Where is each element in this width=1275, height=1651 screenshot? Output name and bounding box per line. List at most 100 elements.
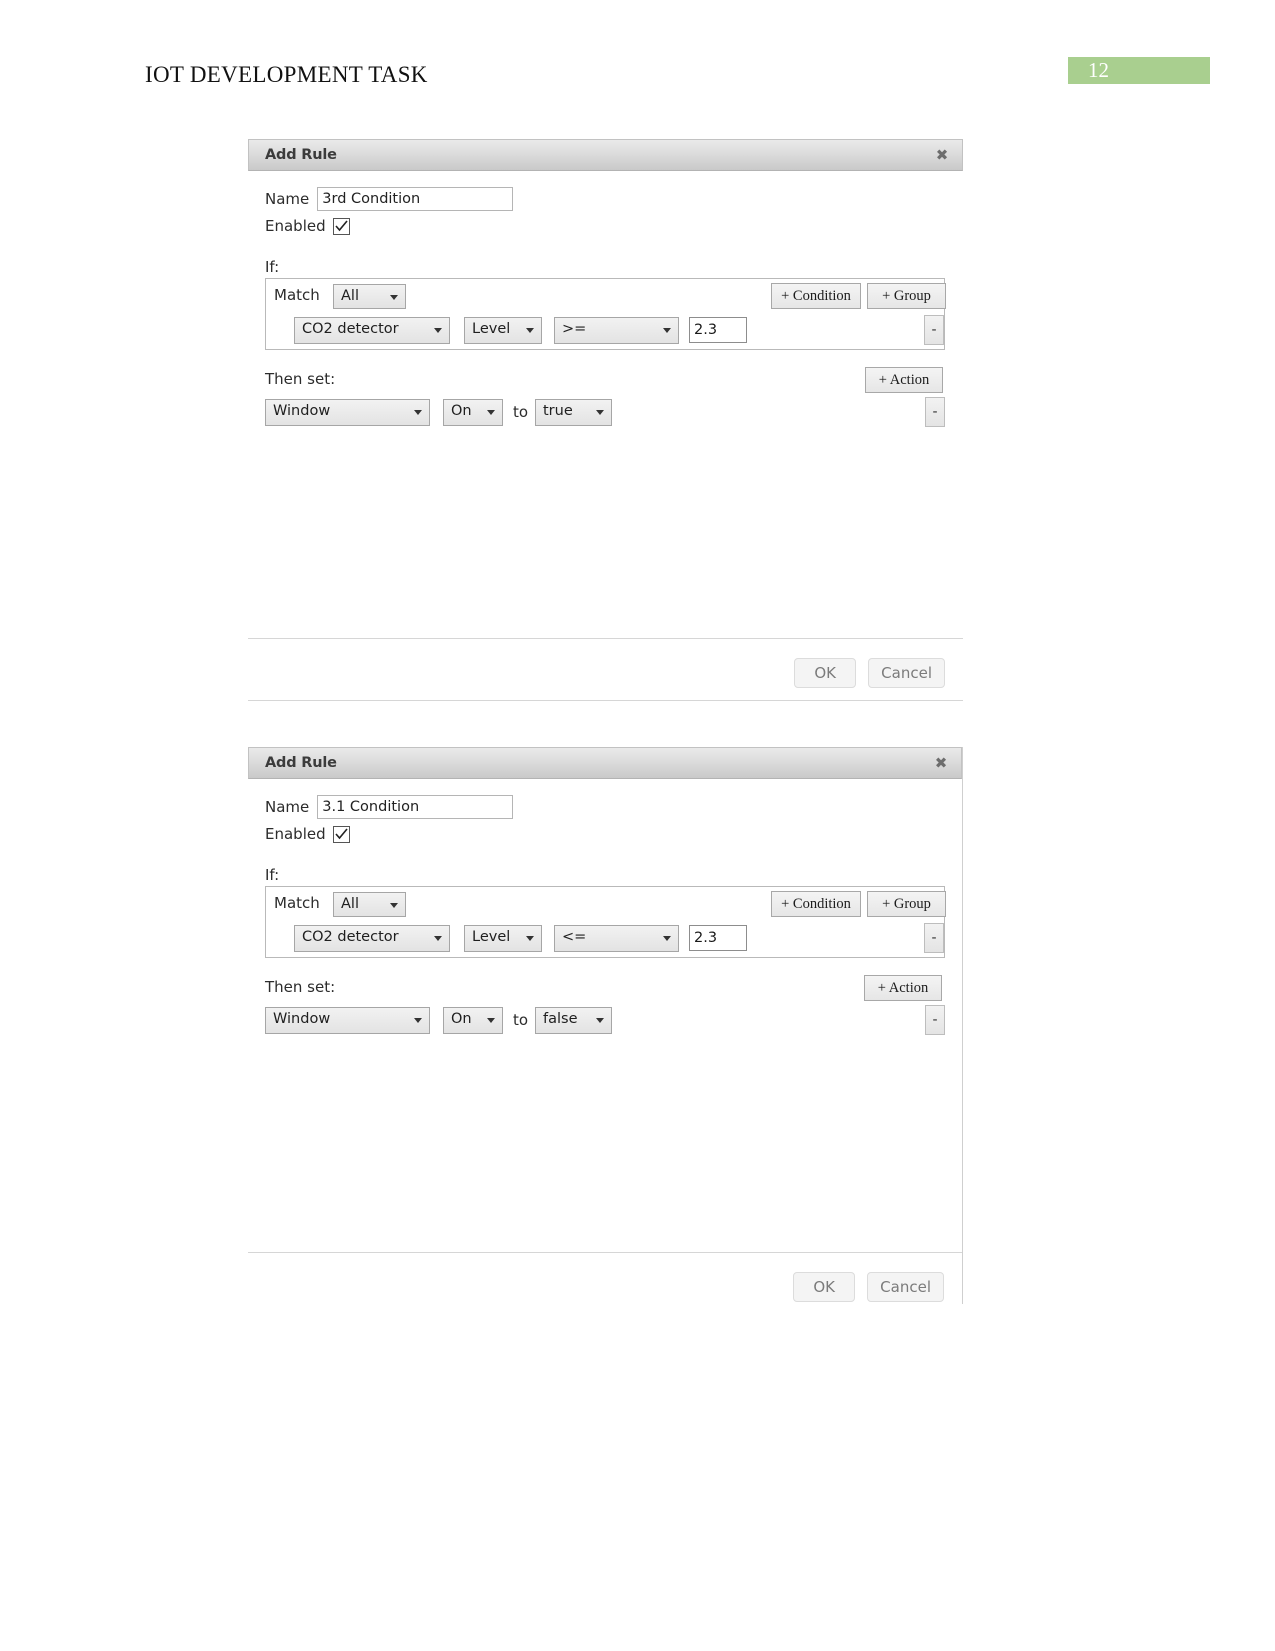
chevron-down-icon	[414, 410, 422, 415]
match-row: Match All + Condition + Group	[266, 887, 946, 921]
chevron-down-icon	[526, 328, 534, 333]
rule-name-input[interactable]: 3rd Condition	[317, 187, 514, 211]
name-label: Name	[265, 190, 310, 208]
condition-device-value: CO2 detector	[302, 929, 399, 945]
add-action-button[interactable]: + Action	[865, 367, 943, 393]
condition-operator-value: <=	[562, 929, 587, 945]
action-device-value: Window	[273, 1011, 331, 1027]
cancel-button[interactable]: Cancel	[868, 658, 945, 688]
match-mode-value: All	[341, 896, 359, 912]
enabled-row: Enabled	[265, 825, 350, 843]
chevron-down-icon	[526, 936, 534, 941]
dialog-body: Name 3rd Condition Enabled If: Match All…	[248, 171, 963, 701]
condition-value-input[interactable]: 2.3	[689, 925, 747, 951]
match-row: Match All + Condition + Group	[266, 279, 946, 313]
condition-group: Match All + Condition + Group CO2 detect…	[265, 278, 946, 350]
chevron-down-icon	[487, 410, 495, 415]
condition-operator-select[interactable]: <=	[554, 925, 679, 952]
dialog-titlebar: Add Rule ✖	[248, 747, 962, 779]
action-value: false	[543, 1011, 578, 1027]
add-condition-button[interactable]: + Condition	[771, 283, 861, 309]
condition-property-select[interactable]: Level	[464, 925, 542, 952]
chevron-down-icon	[434, 328, 442, 333]
cancel-button[interactable]: Cancel	[867, 1272, 944, 1302]
enabled-row: Enabled	[265, 217, 350, 235]
page-number-badge: 12	[1068, 57, 1210, 84]
add-rule-dialog-2: Add Rule ✖ Name 3.1 Condition Enabled If…	[248, 747, 963, 1304]
name-row: Name 3.1 Condition	[265, 795, 514, 819]
dialog-body: Name 3.1 Condition Enabled If: Match All…	[248, 779, 962, 1304]
condition-device-value: CO2 detector	[302, 321, 399, 337]
action-row: Window On to true -	[265, 397, 945, 431]
name-row: Name 3rd Condition	[265, 187, 514, 211]
name-label: Name	[265, 798, 310, 816]
ok-button[interactable]: OK	[794, 658, 857, 688]
ok-button[interactable]: OK	[793, 1272, 856, 1302]
chevron-down-icon	[414, 1018, 422, 1023]
close-icon[interactable]: ✖	[933, 755, 949, 771]
action-device-value: Window	[273, 403, 331, 419]
footer-divider-top	[248, 638, 963, 639]
enabled-label: Enabled	[265, 825, 326, 843]
chevron-down-icon	[487, 1018, 495, 1023]
chevron-down-icon	[596, 1018, 604, 1023]
remove-condition-button[interactable]: -	[924, 923, 944, 953]
action-value: true	[543, 403, 573, 419]
enabled-checkbox[interactable]	[332, 217, 350, 235]
then-set-label: Then set:	[265, 370, 336, 388]
dialog-titlebar: Add Rule ✖	[248, 139, 963, 171]
chevron-down-icon	[390, 295, 398, 300]
action-property-select[interactable]: On	[443, 1007, 503, 1034]
add-group-button[interactable]: + Group	[867, 283, 946, 309]
check-icon	[335, 827, 348, 839]
condition-property-select[interactable]: Level	[464, 317, 542, 344]
condition-property-value: Level	[472, 321, 511, 337]
footer-divider-bottom	[248, 700, 963, 701]
condition-group: Match All + Condition + Group CO2 detect…	[265, 886, 946, 958]
page-title: IOT DEVELOPMENT TASK	[145, 62, 428, 87]
action-device-select[interactable]: Window	[265, 1007, 430, 1034]
check-icon	[335, 219, 348, 231]
condition-row: CO2 detector Level <= 2.3 -	[266, 921, 944, 957]
chevron-down-icon	[434, 936, 442, 941]
match-mode-select[interactable]: All	[333, 284, 406, 309]
enabled-checkbox[interactable]	[332, 825, 350, 843]
match-label: Match	[274, 286, 320, 304]
action-row: Window On to false -	[265, 1005, 945, 1039]
add-rule-dialog-1: Add Rule ✖ Name 3rd Condition Enabled If…	[248, 139, 963, 701]
match-mode-value: All	[341, 288, 359, 304]
add-group-button[interactable]: + Group	[867, 891, 946, 917]
footer-divider-top	[248, 1252, 962, 1253]
condition-operator-value: >=	[562, 321, 587, 337]
match-label: Match	[274, 894, 320, 912]
condition-value-input[interactable]: 2.3	[689, 317, 747, 343]
chevron-down-icon	[596, 410, 604, 415]
chevron-down-icon	[663, 328, 671, 333]
chevron-down-icon	[390, 903, 398, 908]
dialog-footer: OK Cancel	[793, 1272, 944, 1302]
condition-row: CO2 detector Level >= 2.3 -	[266, 313, 944, 349]
remove-condition-button[interactable]: -	[924, 315, 944, 345]
action-property-value: On	[451, 1011, 472, 1027]
action-device-select[interactable]: Window	[265, 399, 430, 426]
chevron-down-icon	[663, 936, 671, 941]
dialog-footer: OK Cancel	[794, 658, 945, 688]
add-condition-button[interactable]: + Condition	[771, 891, 861, 917]
condition-device-select[interactable]: CO2 detector	[294, 317, 450, 344]
rule-name-input[interactable]: 3.1 Condition	[317, 795, 514, 819]
action-property-select[interactable]: On	[443, 399, 503, 426]
remove-action-button[interactable]: -	[925, 1005, 945, 1035]
match-mode-select[interactable]: All	[333, 892, 406, 917]
enabled-label: Enabled	[265, 217, 326, 235]
remove-action-button[interactable]: -	[925, 397, 945, 427]
close-icon[interactable]: ✖	[934, 147, 950, 163]
action-value-select[interactable]: true	[535, 399, 612, 426]
condition-device-select[interactable]: CO2 detector	[294, 925, 450, 952]
condition-operator-select[interactable]: >=	[554, 317, 679, 344]
dialog-title: Add Rule	[265, 147, 337, 163]
action-to-label: to	[513, 403, 529, 421]
action-value-select[interactable]: false	[535, 1007, 612, 1034]
if-label: If:	[265, 866, 280, 884]
add-action-button[interactable]: + Action	[864, 975, 942, 1001]
if-label: If:	[265, 258, 280, 276]
